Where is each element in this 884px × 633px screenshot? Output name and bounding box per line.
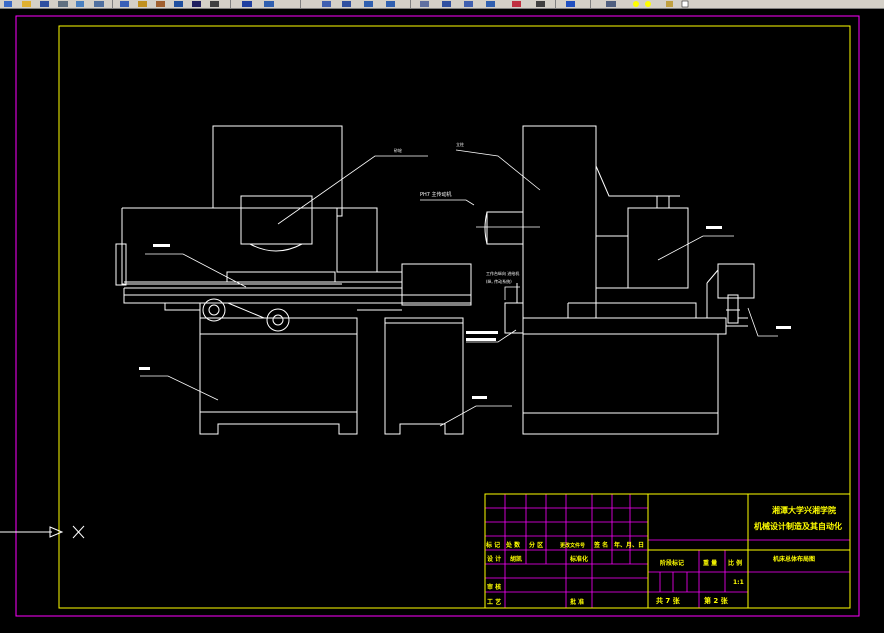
label-grinding-head: 砂轮 (394, 147, 402, 153)
stage-header: 阶段标记 (660, 559, 684, 567)
sheet-number: 第 2 张 (704, 596, 729, 605)
row-mark: 标 记 (485, 541, 500, 549)
school-name: 湘潭大学兴湘学院 (772, 505, 836, 515)
sheets-total: 共 7 张 (656, 596, 681, 605)
label-column: 立柱 (456, 141, 464, 147)
row-zone: 分 区 (529, 541, 543, 549)
drawing-canvas[interactable]: 砂轮 立柱 PH7 主传动机 工作台纵向 进给机 (纵, 传动系统) 湘潭大学兴… (0, 9, 884, 627)
toolbar-glyphs (4, 0, 689, 8)
command-line-strip[interactable] (0, 627, 884, 633)
drawing-svg: 砂轮 立柱 PH7 主传动机 工作台纵向 进给机 (纵, 传动系统) 湘潭大学兴… (0, 9, 884, 627)
row-change-doc: 更改文件号 (560, 542, 585, 549)
row-date: 年、月、日 (614, 541, 644, 549)
drawing-name: 机床总体布局图 (773, 555, 815, 563)
scale-header: 比 例 (728, 559, 742, 567)
row-signature: 签 名 (593, 541, 608, 549)
row-standardize: 标准化 (569, 555, 588, 563)
row-count: 处 数 (505, 541, 521, 549)
row-approve: 批 准 (570, 598, 584, 606)
label-ph7: PH7 主传动机 (420, 191, 452, 198)
row-process: 工 艺 (487, 598, 501, 606)
weight-header: 重 量 (703, 559, 717, 567)
row-review: 审 核 (487, 583, 501, 591)
label-worktable-feed: 工作台纵向 进给机 (486, 270, 519, 276)
row-design: 设 计 (487, 555, 501, 563)
label-worktable-feed-line2: (纵, 传动系统) (486, 278, 512, 284)
major-name: 机械设计制造及其自动化 (754, 521, 842, 531)
scale-value: 1:1 (733, 579, 744, 586)
row-design-name: 胡凯 (510, 555, 522, 563)
